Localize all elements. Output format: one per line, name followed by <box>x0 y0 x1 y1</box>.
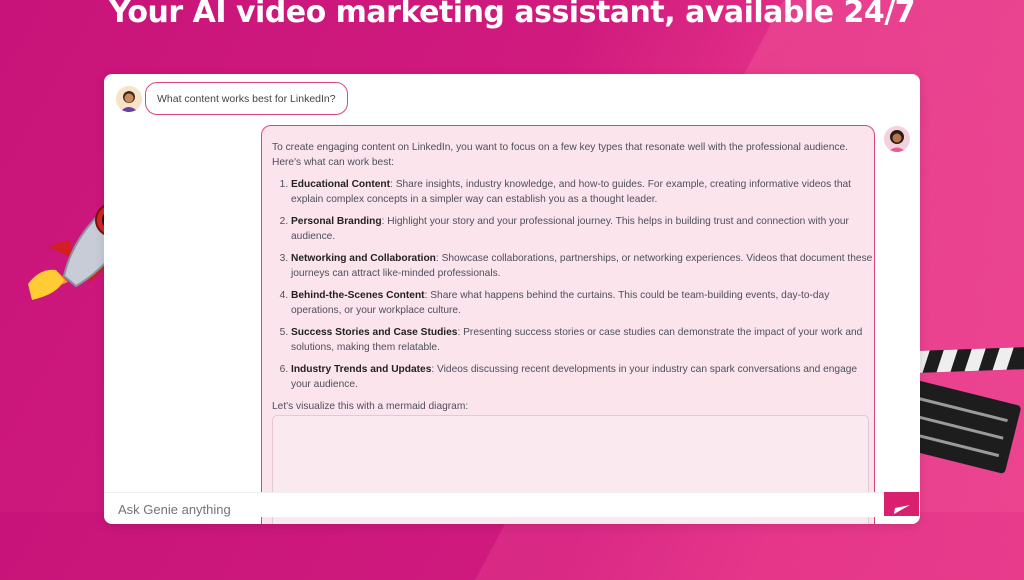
user-avatar <box>116 86 142 112</box>
list-item: Educational Content: Share insights, ind… <box>291 178 874 207</box>
chat-panel: What content works best for LinkedIn? To… <box>104 74 920 524</box>
send-button[interactable] <box>884 492 919 516</box>
chat-input[interactable] <box>116 501 860 518</box>
list-item: Behind-the-Scenes Content: Share what ha… <box>291 289 874 318</box>
content-type-list: Educational Content: Share insights, ind… <box>272 178 874 392</box>
list-item: Industry Trends and Updates: Videos disc… <box>291 363 874 392</box>
user-message: What content works best for LinkedIn? <box>145 82 348 115</box>
send-icon <box>894 505 910 514</box>
list-item-title: Behind-the-Scenes Content <box>291 290 425 301</box>
diagram-intro-text: Let's visualize this with a mermaid diag… <box>272 401 469 412</box>
list-item-title: Networking and Collaboration <box>291 253 436 264</box>
list-item: Personal Branding: Highlight your story … <box>291 215 874 244</box>
chat-input-bar <box>104 492 884 518</box>
genie-response: To create engaging content on LinkedIn, … <box>261 125 875 524</box>
list-item: Networking and Collaboration: Showcase c… <box>291 252 874 281</box>
genie-intro-text: To create engaging content on LinkedIn, … <box>272 142 848 168</box>
genie-avatar <box>884 126 910 152</box>
page-headline: Your AI video marketing assistant, avail… <box>108 0 916 30</box>
list-item-title: Personal Branding <box>291 216 382 227</box>
list-item: Success Stories and Case Studies: Presen… <box>291 326 874 355</box>
list-item-title: Industry Trends and Updates <box>291 364 432 375</box>
list-item-title: Educational Content <box>291 179 391 190</box>
list-item-title: Success Stories and Case Studies <box>291 327 458 338</box>
